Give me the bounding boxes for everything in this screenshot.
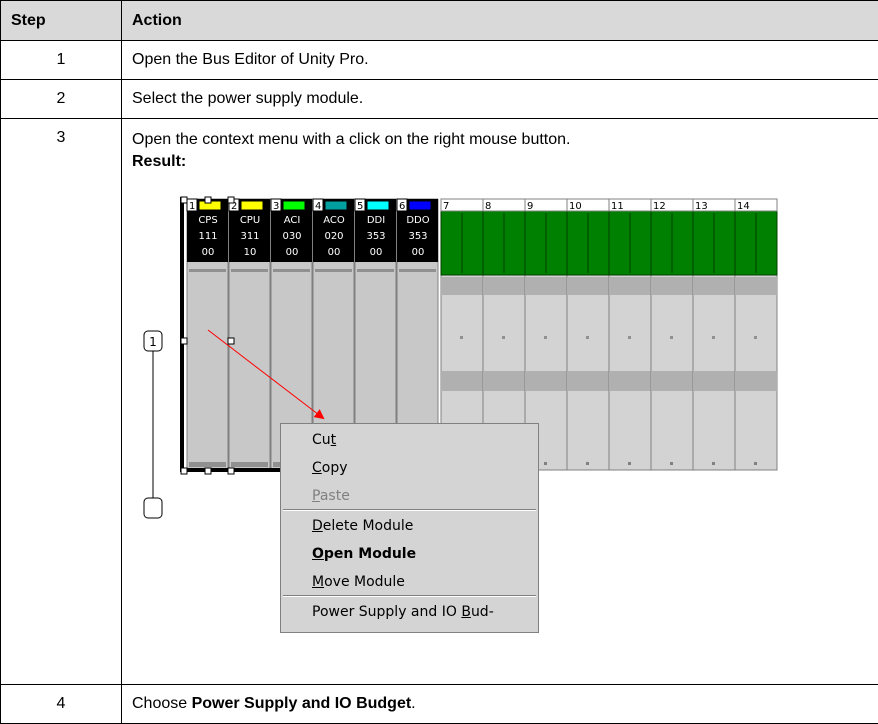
step-action: Choose Power Supply and IO Budget. xyxy=(122,685,878,724)
step-action: Open the Bus Editor of Unity Pro. xyxy=(122,41,878,80)
menu-item-copy[interactable]: Copy xyxy=(312,454,348,482)
action-bold: Power Supply and IO Budget xyxy=(192,695,412,712)
menu-separator xyxy=(283,509,536,510)
menu-item-delete-module[interactable]: Delete Module xyxy=(312,512,413,540)
menu-item-paste: Paste xyxy=(312,482,350,510)
action-prefix: Choose xyxy=(132,695,192,712)
step-number: 2 xyxy=(1,80,122,119)
step-action: Select the power supply module. xyxy=(122,80,878,119)
menu-item-power-supply-and-io-bud[interactable]: Power Supply and IO Bud- xyxy=(312,598,494,626)
menu-item-cut[interactable]: Cut xyxy=(312,426,336,454)
menu-item-move-module[interactable]: Move Module xyxy=(312,568,405,596)
step-header: Step xyxy=(1,1,122,41)
step-number: 1 xyxy=(1,41,122,80)
step-number: 4 xyxy=(1,685,122,724)
step-action: Open the context menu with a click on th… xyxy=(132,129,868,151)
action-header: Action xyxy=(122,1,878,41)
menu-separator xyxy=(283,595,536,596)
context-menu: CutCopyPasteDelete ModuleOpen ModuleMove… xyxy=(280,423,539,633)
step-number: 3 xyxy=(1,119,122,685)
table-row: 4 Choose Power Supply and IO Budget. xyxy=(1,685,878,724)
menu-item-open-module[interactable]: Open Module xyxy=(312,540,416,568)
action-suffix: . xyxy=(411,695,415,712)
table-row: 2 Select the power supply module. xyxy=(1,80,878,119)
result-label: Result: xyxy=(132,151,868,173)
table-row: 1 Open the Bus Editor of Unity Pro. xyxy=(1,41,878,80)
